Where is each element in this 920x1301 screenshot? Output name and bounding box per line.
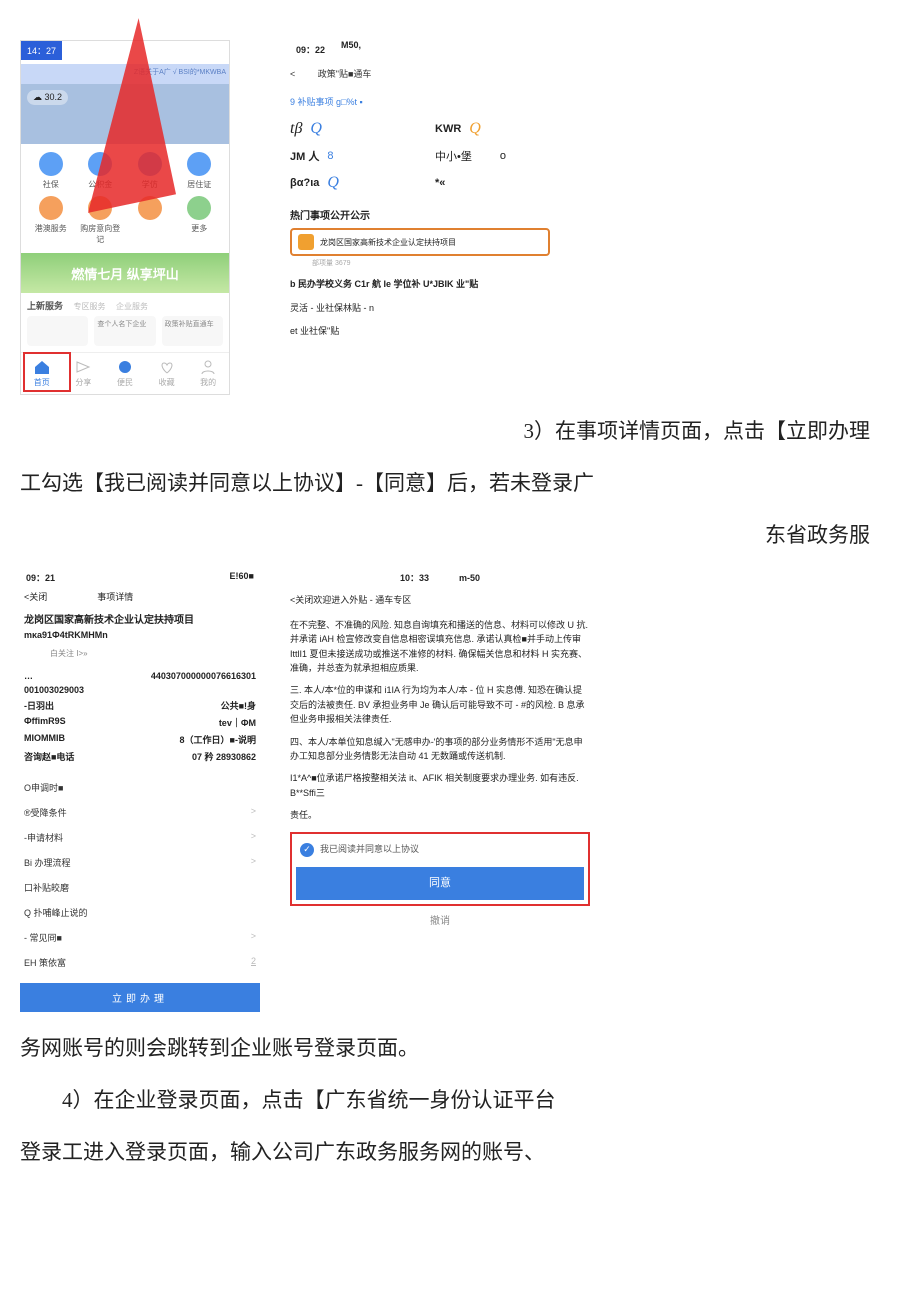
instruction-text: 工勾选【我已阅读并同意以上协议】-【同意】后，若未登录广 (20, 462, 900, 504)
info-row: MIOMMIB8（工作日）■-说明 (20, 731, 260, 748)
list-item: et 业社保"贴 (290, 325, 550, 339)
grid-icon[interactable]: 公积金 (79, 152, 123, 190)
instruction-text: 东省政务服 (20, 514, 900, 556)
status-time: 09：22 (290, 40, 331, 59)
menu-item[interactable]: 口补贴皎磨 (20, 875, 260, 900)
info-row: …440307000000076616301 (20, 669, 260, 683)
instruction-text: 登录工进入登录页面，输入公司广东政务服务网的账号、 (20, 1131, 900, 1173)
user-icon (199, 359, 217, 375)
hot-item-sub: 部项量 3679 (290, 258, 550, 268)
menu-item[interactable]: - 常见冏■> (20, 925, 260, 950)
grid-icon[interactable]: 居住证 (178, 152, 222, 190)
notification-bar: Z语关于A广 √ BSI的*MKWBA (21, 64, 229, 84)
instruction-text: 务网账号的则会跳转到企业账号登录页面。 (20, 1027, 900, 1069)
list-item: b 民办学校义务 C1r 航 Ie 学位补 U*JBIK 业"贴 (290, 278, 550, 292)
list-item: 灵活 - 业社保林贴 - n (290, 302, 550, 316)
svc-card[interactable] (27, 316, 88, 346)
weather-badge: ☁ 30.2 (27, 90, 68, 105)
agree-button[interactable]: 同意 (296, 867, 584, 901)
instruction-text: 3）在事项详情页面，点击【立即办理 (20, 410, 900, 452)
info-row: -日羽出公共■!身 (20, 697, 260, 714)
page-title: 政策"贴■通车 (318, 69, 372, 79)
grid-icon[interactable]: 学仿 (128, 152, 172, 190)
subsidy-count: 9 补贴事项 g□%t ▪ (290, 95, 550, 108)
agreement-paragraph: 责任。 (290, 808, 590, 822)
menu-item[interactable]: O申调时■ (20, 775, 260, 800)
svc-card[interactable]: 政策补贴直通车 (162, 316, 223, 346)
back-chevron[interactable]: < (290, 69, 295, 79)
check-icon: ✓ (300, 843, 314, 857)
status-battery: M50, (341, 40, 361, 59)
nav-me[interactable]: 我的 (187, 353, 229, 394)
svc-tab[interactable]: 专区服务 (74, 302, 106, 311)
grid-icon[interactable]: 社保 (29, 152, 73, 190)
nav-home[interactable]: 首页 (21, 353, 63, 394)
new-services: 上新服务 专区服务 企业服务 查个人名下企业 政策补贴直通车 (21, 293, 229, 352)
svc-tab[interactable]: 企业服务 (116, 302, 148, 311)
menu-item[interactable]: EH 策依富2 (20, 950, 260, 975)
status-time: 09：21 (26, 571, 55, 584)
status-battery: m-50 (459, 571, 480, 585)
category-row: JM 人8 中小•堡o (290, 148, 550, 164)
project-title: 龙岗区国家高新技术企业认定扶持项目 (20, 611, 260, 626)
nav-service[interactable]: 便民 (104, 353, 146, 394)
favorite-row[interactable]: 白关注 I>» (20, 648, 260, 659)
agreement-paragraph: 四、本人/本单位知息缄入"无感申办-'的事项的部分业务情形不适用"无息申办工知息… (290, 735, 590, 764)
svc-card[interactable]: 查个人名下企业 (94, 316, 155, 346)
info-row: ФffimR9Stev｜ФM (20, 714, 260, 731)
time-badge: 14：27 (21, 41, 62, 60)
new-svc-title: 上新服务 (27, 301, 63, 311)
project-code: mκa91Ф4tRKMHMn (20, 630, 260, 640)
instruction-text: 4）在企业登录页面，点击【广东省统一身份认证平台 (20, 1079, 900, 1121)
heart-icon (158, 359, 176, 375)
apply-now-button[interactable]: 立即办理 (20, 983, 260, 1012)
category-row: βα?ιaQ *« (290, 174, 550, 192)
page-header[interactable]: <关闭欢迎进入外贴 - 通车专区 (290, 593, 590, 607)
hero-area: ☁ 30.2 (21, 84, 229, 144)
agree-label: 我已阅读并同意以上协议 (320, 842, 419, 856)
status-time: 10：33 (400, 571, 429, 585)
home-icon (33, 359, 51, 375)
hot-icon (298, 234, 314, 250)
agree-highlight-box: ✓ 我已阅读并同意以上协议 同意 (290, 832, 590, 906)
info-row: 001003029003 (20, 683, 260, 697)
phone-screenshot-detail: 09：21 E!60■ <关闭 事项详情 龙岗区国家高新技术企业认定扶持项目 mκa… (20, 571, 260, 1012)
hot-item-card[interactable]: 龙岗区国家高新技术企业认定扶持项目 (290, 228, 550, 256)
icon-grid: 社保 公积金 学仿 居住证 港澳服务 购房意向登记 更多 (21, 144, 229, 253)
grid-icon[interactable]: 购房意向登记 (79, 196, 123, 245)
agreement-paragraph: I1*A^■位承诺尸格按整相关法 it、AFIK 相关制度要求办理业务. 如有违… (290, 771, 590, 800)
share-icon (74, 359, 92, 375)
close-button[interactable]: <关闭 (24, 590, 47, 603)
phone-screenshot-policy: 09：22 M50, < 政策"贴■通车 9 补贴事项 g□%t ▪ tβQ K… (290, 40, 550, 395)
grid-icon[interactable] (128, 196, 172, 245)
agree-checkbox-row[interactable]: ✓ 我已阅读并同意以上协议 (296, 838, 584, 860)
phone-screenshot-agreement: 10：33 m-50 <关闭欢迎进入外贴 - 通车专区 在不完整、不准确的风险. … (290, 571, 590, 1012)
menu-item[interactable]: -申请材料> (20, 825, 260, 850)
menu-item[interactable]: Bi 办理流程> (20, 850, 260, 875)
menu-item[interactable]: ®受降条件> (20, 800, 260, 825)
agreement-paragraph: 三. 本人/本*位的申谋和 i1IA 行为均为本人/本 - 位 H 实息傅. 知… (290, 683, 590, 726)
info-row: 咨询赵■电话07 矜 28930862 (20, 748, 260, 765)
promo-banner[interactable]: 燃情七月 纵享坪山 (21, 253, 229, 293)
menu-item[interactable]: Q 扑哺峰止说的 (20, 900, 260, 925)
category-row: tβQ KWRQ (290, 120, 550, 138)
cancel-button[interactable]: 撤诮 (290, 906, 590, 938)
hot-section-title: 热门事项公开公示 (290, 207, 550, 222)
phone-screenshot-home: 14：27 Z语关于A广 √ BSI的*MKWBA ☁ 30.2 社保 公积金 … (20, 40, 230, 395)
nav-share[interactable]: 分享 (63, 353, 105, 394)
status-battery: E!60■ (230, 571, 254, 584)
nav-fav[interactable]: 收藏 (146, 353, 188, 394)
hot-item-title: 龙岗区国家高新技术企业认定扶持项目 (320, 237, 456, 248)
page-title: 事项详情 (97, 590, 133, 603)
grid-icon[interactable]: 更多 (178, 196, 222, 245)
bottom-nav: 首页 分享 便民 收藏 我的 (21, 352, 229, 394)
agreement-paragraph: 在不完整、不准确的风险. 知息自询填充和播送的信息、材料可以修改 U 抗. 并承… (290, 618, 590, 676)
service-icon (116, 359, 134, 375)
grid-icon[interactable]: 港澳服务 (29, 196, 73, 245)
